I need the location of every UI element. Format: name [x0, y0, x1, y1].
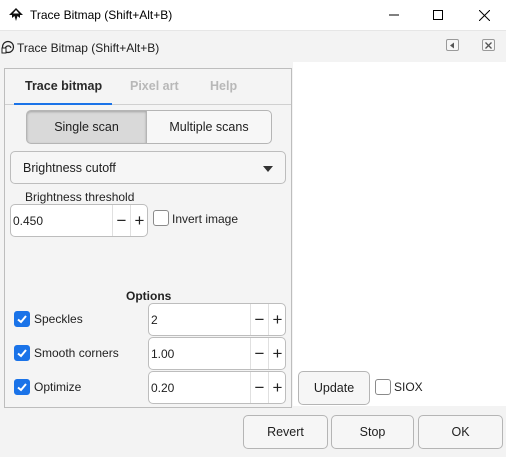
decrement-button[interactable]: − — [250, 338, 268, 369]
ok-button[interactable]: OK — [418, 415, 503, 449]
inkscape-app-icon — [9, 8, 23, 21]
checkmark-icon — [17, 315, 27, 324]
window-titlebar: Trace Bitmap (Shift+Alt+B) — [0, 0, 506, 30]
tab-pixel-art[interactable]: Pixel art — [130, 79, 179, 93]
minimize-button[interactable] — [372, 0, 416, 30]
smooth-corners-spinner: 1.00 − + — [148, 337, 286, 370]
checkmark-icon — [17, 383, 27, 392]
speckles-label: Speckles — [34, 312, 83, 326]
trace-bitmap-icon — [1, 40, 15, 54]
detection-mode-dropdown[interactable]: Brightness cutoff — [10, 151, 286, 184]
close-window-button[interactable] — [462, 0, 506, 30]
smooth-corners-value[interactable]: 1.00 — [151, 347, 174, 361]
brightness-threshold-value[interactable]: 0.450 — [13, 214, 43, 228]
dialog-title: Trace Bitmap (Shift+Alt+B) — [17, 41, 160, 55]
invert-image-checkbox[interactable] — [153, 210, 169, 226]
brightness-threshold-spinner: 0.450 − + — [10, 204, 148, 237]
speckles-checkbox[interactable] — [14, 311, 30, 327]
increment-button[interactable]: + — [268, 372, 286, 403]
dialog-undock-button[interactable] — [446, 39, 459, 51]
active-tab-indicator — [14, 103, 112, 105]
maximize-icon — [433, 10, 443, 20]
tab-help[interactable]: Help — [210, 79, 237, 93]
dialog-header: Trace Bitmap (Shift+Alt+B) — [0, 30, 506, 62]
smooth-corners-checkbox[interactable] — [14, 345, 30, 361]
siox-checkbox[interactable] — [375, 379, 391, 395]
smooth-corners-label: Smooth corners — [34, 346, 119, 360]
speckles-spinner: 2 − + — [148, 303, 286, 336]
speckles-value[interactable]: 2 — [151, 313, 158, 327]
stop-button[interactable]: Stop — [331, 415, 414, 449]
invert-image-label: Invert image — [172, 212, 239, 226]
tab-bar: Trace bitmap Pixel art Help — [5, 69, 291, 105]
revert-button[interactable]: Revert — [243, 415, 328, 449]
brightness-threshold-label: Brightness threshold — [25, 190, 135, 204]
preview-area — [293, 62, 506, 406]
optimize-value[interactable]: 0.20 — [151, 381, 174, 395]
triangle-left-icon — [450, 42, 454, 48]
decrement-button[interactable]: − — [112, 205, 130, 236]
dialog-close-button[interactable] — [482, 39, 495, 51]
decrement-button[interactable]: − — [250, 372, 268, 403]
window-title: Trace Bitmap (Shift+Alt+B) — [30, 8, 173, 22]
checkmark-icon — [17, 349, 27, 358]
decrement-button[interactable]: − — [250, 304, 268, 335]
optimize-spinner: 0.20 − + — [148, 371, 286, 404]
detection-mode-value: Brightness cutoff — [23, 161, 116, 175]
update-button[interactable]: Update — [298, 371, 370, 405]
chevron-down-icon — [263, 166, 273, 172]
optimize-checkbox[interactable] — [14, 379, 30, 395]
tab-trace-bitmap[interactable]: Trace bitmap — [25, 79, 102, 93]
multiple-scans-button[interactable]: Multiple scans — [146, 110, 272, 144]
close-icon — [478, 9, 490, 21]
optimize-label: Optimize — [34, 380, 82, 394]
increment-button[interactable]: + — [130, 205, 148, 236]
minimize-icon — [389, 14, 399, 16]
options-heading: Options — [126, 289, 172, 303]
single-scan-button[interactable]: Single scan — [26, 110, 147, 144]
increment-button[interactable]: + — [268, 304, 286, 335]
increment-button[interactable]: + — [268, 338, 286, 369]
siox-label: SIOX — [394, 380, 423, 394]
maximize-button[interactable] — [416, 0, 460, 30]
close-icon — [485, 41, 492, 49]
